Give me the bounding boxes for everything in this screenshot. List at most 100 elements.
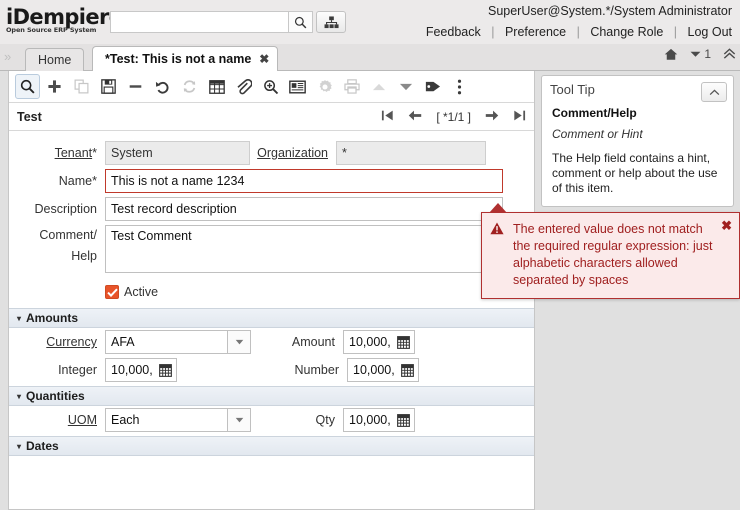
qty-field[interactable] (344, 409, 396, 431)
tenant-label: Tenant* (17, 146, 105, 160)
chevron-down-icon (235, 417, 244, 423)
refresh-icon (182, 79, 197, 94)
close-icon[interactable]: ✖ (259, 47, 269, 71)
new-button[interactable] (42, 74, 67, 99)
number-field-wrapper[interactable] (347, 358, 419, 382)
last-record-button[interactable] (513, 109, 526, 125)
idempiere-application-window: iDempiere Open Source ERP System SuperUs… (0, 0, 740, 510)
name-field[interactable] (105, 169, 503, 193)
copy-icon (74, 79, 89, 94)
arrow-up-icon (372, 82, 386, 92)
attachment-button[interactable] (231, 74, 256, 99)
organization-field[interactable] (336, 141, 486, 165)
previous-record-button[interactable] (408, 109, 422, 125)
form-row-name: Name* (9, 167, 534, 195)
form-row-comment-help: Comment/ Help Test Comment (9, 223, 534, 278)
qty-field-wrapper[interactable] (343, 408, 415, 432)
record-info-button[interactable] (285, 74, 310, 99)
grid-toggle-button[interactable] (204, 74, 229, 99)
open-windows-button[interactable]: 1 (690, 47, 711, 61)
undo-button[interactable] (150, 74, 175, 99)
amount-field-wrapper[interactable] (343, 330, 415, 354)
nav-separator: | (491, 25, 494, 39)
feedback-link[interactable]: Feedback (426, 25, 481, 39)
more-menu-button[interactable] (447, 74, 472, 99)
nav-separator: | (674, 25, 677, 39)
tab-bar-tools: 1 (664, 47, 736, 61)
calculator-icon (397, 414, 410, 427)
next-record-button[interactable] (485, 109, 499, 125)
delete-button[interactable] (123, 74, 148, 99)
uom-label: UOM (17, 413, 105, 427)
active-checkbox[interactable] (105, 285, 119, 299)
first-record-button[interactable] (381, 109, 394, 125)
description-field[interactable] (105, 197, 503, 221)
collapse-header-button[interactable] (723, 48, 736, 60)
number-field[interactable] (348, 359, 400, 381)
change-role-link[interactable]: Change Role (590, 25, 663, 39)
find-button[interactable] (15, 74, 40, 99)
integer-field[interactable] (106, 359, 158, 381)
integer-field-wrapper[interactable] (105, 358, 177, 382)
menu-tree-button[interactable] (316, 11, 346, 33)
save-button[interactable] (96, 74, 121, 99)
currency-dropdown-button[interactable] (227, 330, 251, 354)
vertical-dots-icon (457, 79, 462, 95)
gear-icon (317, 79, 333, 95)
search-button[interactable] (288, 11, 313, 33)
last-record-icon (513, 109, 526, 122)
tab-test-window[interactable]: *Test: This is not a name ✖ (92, 46, 278, 71)
chevron-down-icon (690, 50, 701, 58)
section-dates[interactable]: ▾ Dates (9, 436, 534, 456)
integer-calculator-button[interactable] (158, 364, 174, 377)
qty-calculator-button[interactable] (396, 414, 412, 427)
uom-dropdown-button[interactable] (227, 408, 251, 432)
active-checkbox-row[interactable]: Active (105, 282, 166, 302)
name-label: Name* (17, 174, 105, 188)
record-navigation-bar: Test [ *1/1 ] (9, 103, 534, 131)
section-quantities[interactable]: ▾ Quantities (9, 386, 534, 406)
tab-home[interactable]: Home (25, 48, 84, 71)
log-out-link[interactable]: Log Out (688, 25, 732, 39)
currency-combo[interactable] (105, 330, 251, 354)
amount-field[interactable] (344, 331, 396, 353)
label-button[interactable] (420, 74, 445, 99)
search-input[interactable] (110, 11, 288, 33)
home-button[interactable] (664, 48, 678, 61)
detail-record-button[interactable] (393, 74, 418, 99)
comment-help-label-line1: Comment/ (17, 225, 97, 246)
minus-icon (128, 79, 143, 94)
error-tooltip-arrow (489, 203, 507, 213)
tenant-field[interactable] (105, 141, 250, 165)
record-position-indicator: [ *1/1 ] (436, 110, 471, 124)
amount-calculator-button[interactable] (396, 336, 412, 349)
number-calculator-button[interactable] (400, 364, 416, 377)
checkmark-icon (107, 288, 118, 297)
record-pager: [ *1/1 ] (381, 109, 526, 125)
currency-field[interactable] (105, 330, 227, 354)
error-tooltip-close-icon[interactable]: ✖ (721, 218, 732, 234)
active-label: Active (124, 285, 158, 299)
settings-button (312, 74, 337, 99)
tool-tip-collapse-button[interactable] (701, 82, 727, 102)
comment-help-field[interactable]: Test Comment (105, 225, 503, 273)
uom-combo[interactable] (105, 408, 251, 432)
preference-link[interactable]: Preference (505, 25, 566, 39)
chevron-up-icon (709, 89, 720, 96)
currency-label: Currency (17, 335, 105, 349)
uom-label-text: UOM (68, 413, 97, 427)
collapse-triangle-icon: ▾ (17, 314, 21, 323)
tool-tip-description: The Help field contains a hint, comment … (552, 151, 723, 196)
tenant-label-text: Tenant (55, 146, 93, 160)
zoom-button[interactable] (258, 74, 283, 99)
print-button (339, 74, 364, 99)
form-row-integer-number: Integer Number (9, 356, 534, 384)
first-record-icon (381, 109, 394, 122)
qty-label: Qty (251, 413, 343, 427)
tool-tip-panel-body: Comment/Help Comment or Hint The Help fi… (542, 104, 733, 206)
section-amounts[interactable]: ▾ Amounts (9, 308, 534, 328)
table-grid-icon (209, 80, 225, 94)
sidebar-expander-icon[interactable]: » (4, 49, 11, 64)
window-tab-bar: » Home *Test: This is not a name ✖ 1 (0, 44, 740, 71)
uom-field[interactable] (105, 408, 227, 432)
